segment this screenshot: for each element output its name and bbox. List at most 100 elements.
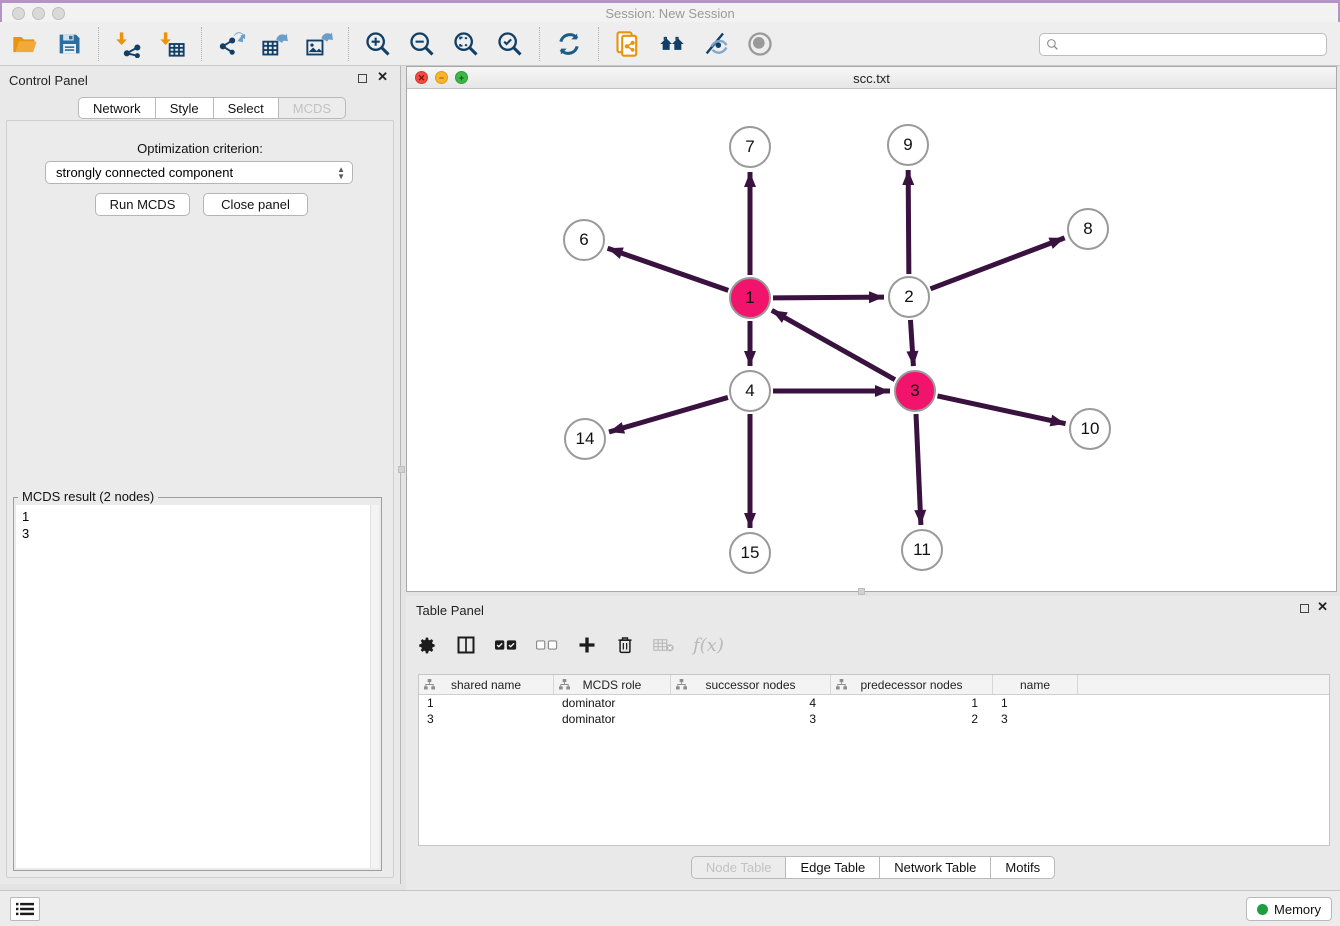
node-table-header: shared nameMCDS rolesuccessor nodesprede… [419,675,1329,695]
first-neighbors-icon[interactable] [657,29,687,59]
graph-node-10[interactable]: 10 [1069,408,1111,450]
table-cell[interactable]: 4 [671,695,831,711]
graph-node-4[interactable]: 4 [729,370,771,412]
tab-network[interactable]: Network [78,97,156,119]
network-window-titlebar[interactable]: ✕ − + scc.txt [407,67,1336,89]
window-title: Session: New Session [2,6,1338,21]
table-row[interactable]: 3dominator323 [419,711,1329,727]
table-row[interactable]: 1dominator411 [419,695,1329,711]
node-table-body: 1dominator4113dominator323 [419,695,1329,727]
apply-layout-icon[interactable] [554,29,584,59]
graph-edge-3-11[interactable] [916,414,921,525]
select-stepper-icon: ▲▼ [337,166,345,180]
graph-node-8[interactable]: 8 [1067,208,1109,250]
export-table-icon[interactable] [260,29,290,59]
save-session-icon[interactable] [54,29,84,59]
tab-network-table[interactable]: Network Table [880,856,991,879]
graph-edge-4-14[interactable] [609,397,728,432]
column-layout-icon[interactable] [456,635,476,655]
task-history-button[interactable] [10,897,40,921]
search-input[interactable] [1064,38,1320,52]
network-view-window: ✕ − + scc.txt 7 9 6 8 1 2 4 3 14 10 15 11 [406,66,1337,592]
table-panel-tabs: Node Table Edge Table Network Table Moti… [406,856,1340,879]
graph-node-6[interactable]: 6 [563,219,605,261]
deselect-all-checkboxes-icon[interactable] [536,639,558,651]
table-cell[interactable]: dominator [554,711,671,727]
run-mcds-button[interactable]: Run MCDS [95,193,190,216]
criterion-select[interactable]: strongly connected component ▲▼ [45,161,353,184]
titlebar: Session: New Session [0,3,1340,22]
table-cell[interactable]: 1 [419,695,554,711]
node-table: shared nameMCDS rolesuccessor nodesprede… [418,674,1330,846]
graph-node-14[interactable]: 14 [564,418,606,460]
graph-edge-2-8[interactable] [931,238,1065,289]
export-network-icon[interactable] [216,29,246,59]
zoom-selected-icon[interactable] [495,29,525,59]
mcds-result-text[interactable]: 1 3 [16,505,370,868]
tab-mcds[interactable]: MCDS [279,97,346,119]
graph-node-11[interactable]: 11 [901,529,943,571]
column-header-shared-name[interactable]: shared name [419,675,554,694]
delete-column-icon[interactable] [616,635,634,655]
result-scrollbar[interactable] [370,505,379,868]
table-panel-close-button[interactable]: ✕ [1317,601,1328,613]
graph-edge-1-2[interactable] [773,297,884,298]
close-panel-button[interactable]: Close panel [203,193,308,216]
main-toolbar [0,22,1340,66]
clone-network-icon[interactable] [613,29,643,59]
search-icon [1046,38,1059,51]
table-panel-float-button[interactable] [1300,603,1309,615]
column-header-predecessor-nodes[interactable]: predecessor nodes [831,675,993,694]
tab-select[interactable]: Select [214,97,279,119]
status-bar: Memory [0,890,1340,926]
column-header-MCDS-role[interactable]: MCDS role [554,675,671,694]
column-header-name[interactable]: name [993,675,1078,694]
show-hide-details-icon[interactable] [701,29,731,59]
memory-label: Memory [1274,902,1321,917]
graph-node-15[interactable]: 15 [729,532,771,574]
import-network-icon[interactable] [113,29,143,59]
open-session-icon[interactable] [10,29,40,59]
search-box[interactable] [1039,33,1327,56]
horizontal-splitter-handle[interactable] [858,588,865,595]
table-cell[interactable]: 3 [993,711,1078,727]
graph-edge-2-9[interactable] [908,170,909,274]
zoom-fit-icon[interactable] [451,29,481,59]
table-toolbar: f(x) [418,628,724,662]
graph-node-7[interactable]: 7 [729,126,771,168]
table-cell[interactable]: 2 [831,711,993,727]
control-panel-close-button[interactable]: ✕ [377,71,388,83]
tab-node-table[interactable]: Node Table [691,856,787,879]
add-column-icon[interactable] [577,635,597,655]
vertical-splitter-handle[interactable] [398,466,405,473]
table-panel-title: Table Panel [416,603,484,618]
graph-edge-1-6[interactable] [608,248,729,290]
zoom-in-icon[interactable] [363,29,393,59]
table-cell[interactable]: 1 [993,695,1078,711]
table-cell[interactable]: 1 [831,695,993,711]
graph-edge-2-3[interactable] [910,320,913,366]
eye-icon[interactable] [745,29,775,59]
table-cell[interactable]: 3 [671,711,831,727]
graph-edge-3-1[interactable] [772,310,895,379]
tab-edge-table[interactable]: Edge Table [786,856,880,879]
graph-node-1[interactable]: 1 [729,277,771,319]
memory-button[interactable]: Memory [1246,897,1332,921]
export-image-icon[interactable] [304,29,334,59]
table-cell[interactable]: dominator [554,695,671,711]
settings-icon[interactable] [418,636,437,655]
select-all-checkboxes-icon[interactable] [495,639,517,651]
network-window-title: scc.txt [407,71,1336,86]
control-panel-float-button[interactable] [358,73,367,85]
graph-node-2[interactable]: 2 [888,276,930,318]
zoom-out-icon[interactable] [407,29,437,59]
import-table-icon[interactable] [157,29,187,59]
tab-style[interactable]: Style [156,97,214,119]
graph-node-3[interactable]: 3 [894,370,936,412]
graph-canvas[interactable]: 7 9 6 8 1 2 4 3 14 10 15 11 [407,89,1336,591]
tab-motifs[interactable]: Motifs [991,856,1055,879]
table-cell[interactable]: 3 [419,711,554,727]
column-header-successor-nodes[interactable]: successor nodes [671,675,831,694]
graph-node-9[interactable]: 9 [887,124,929,166]
graph-edge-3-10[interactable] [937,396,1065,424]
